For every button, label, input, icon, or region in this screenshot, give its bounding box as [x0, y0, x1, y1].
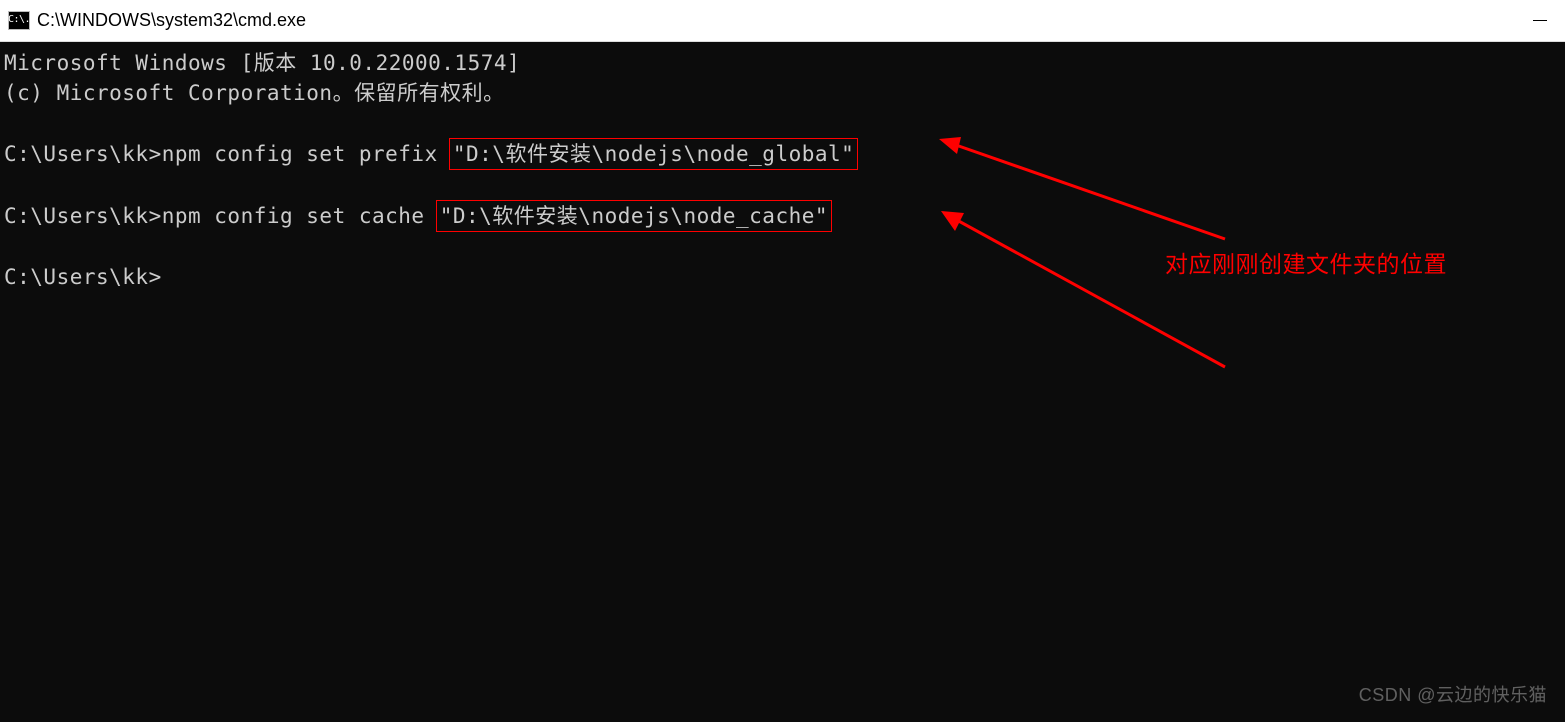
minimize-button[interactable] — [1515, 0, 1565, 42]
terminal-output-line: (c) Microsoft Corporation。保留所有权利。 — [4, 78, 1565, 108]
command-prompt: C:\Users\kk>npm config set prefix — [4, 142, 451, 166]
window-title: C:\WINDOWS\system32\cmd.exe — [37, 10, 306, 31]
window-title-bar: C:\. C:\WINDOWS\system32\cmd.exe — [0, 0, 1565, 42]
terminal-command-line: C:\Users\kk>npm config set cache "D:\软件安… — [4, 200, 1565, 232]
highlighted-path-cache: "D:\软件安装\nodejs\node_cache" — [436, 200, 832, 232]
watermark: CSDN @云边的快乐猫 — [1359, 680, 1547, 710]
terminal-output-line: Microsoft Windows [版本 10.0.22000.1574] — [4, 48, 1565, 78]
minimize-icon — [1533, 20, 1547, 22]
annotation-label: 对应刚刚创建文件夹的位置 — [1165, 249, 1447, 279]
cmd-icon: C:\. — [8, 11, 30, 30]
highlighted-path-prefix: "D:\软件安装\nodejs\node_global" — [449, 138, 858, 170]
command-prompt: C:\Users\kk>npm config set cache — [4, 204, 438, 228]
window-controls — [1515, 0, 1565, 41]
terminal-area[interactable]: Microsoft Windows [版本 10.0.22000.1574] (… — [0, 42, 1565, 722]
terminal-command-line: C:\Users\kk>npm config set prefix "D:\软件… — [4, 138, 1565, 170]
